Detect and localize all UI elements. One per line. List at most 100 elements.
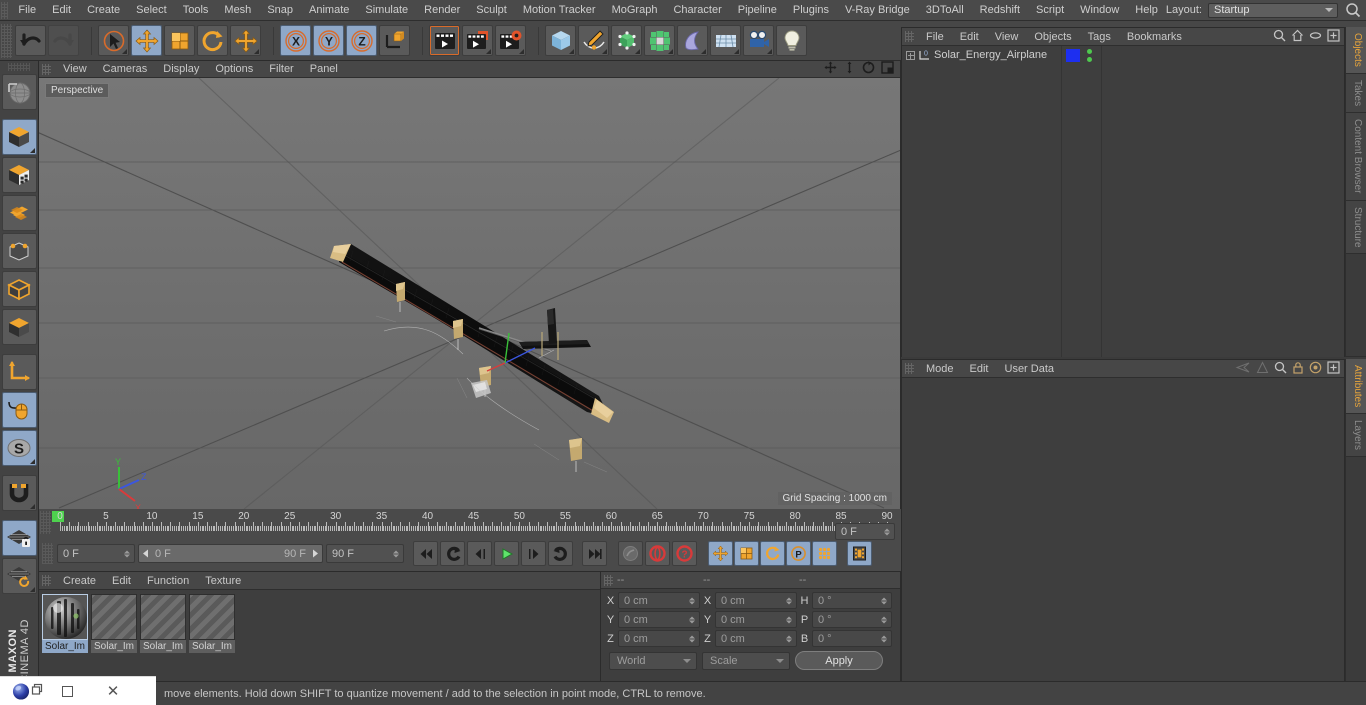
polygons-edge-mode-button[interactable] [1,271,37,307]
render-view-button[interactable] [429,25,460,56]
maximize-view-icon[interactable] [881,61,894,77]
spinner-icon[interactable] [689,616,695,623]
lock-icon[interactable] [1292,361,1304,377]
pos-x-field[interactable]: 0 cm [618,592,700,609]
key-position-button[interactable] [708,541,733,566]
menu-sculpt[interactable]: Sculpt [468,0,515,21]
redo-button[interactable] [48,25,79,56]
timeline-ruler[interactable]: 0 5 10 15 20 25 30 35 40 45 50 55 60 65 70 75 80 85 90 [39,509,901,536]
add-light-button[interactable] [776,25,807,56]
spinner-icon[interactable] [881,597,887,604]
tab-objects[interactable]: Objects [1345,27,1366,74]
viewport-menu-filter[interactable]: Filter [261,61,301,78]
menu-window[interactable]: Window [1072,0,1127,21]
tab-structure[interactable]: Structure [1345,200,1366,255]
lock-y-axis-button[interactable]: Y [313,25,344,56]
viewport-menu-panel[interactable]: Panel [302,61,346,78]
key-parameter-button[interactable] [812,541,837,566]
material-item[interactable]: Solar_Im [91,594,137,653]
preview-range-bar[interactable]: 0 F 90 F [138,544,323,563]
go-to-end-button[interactable] [582,541,607,566]
material-manager-grip[interactable] [42,575,51,586]
material-item[interactable]: Solar_Im [140,594,186,653]
key-rotation-button[interactable] [760,541,785,566]
search-icon[interactable] [1344,1,1362,19]
polygons-mode-button[interactable] [1,309,37,345]
search-icon[interactable] [1273,29,1286,45]
viewport-menu-view[interactable]: View [55,61,95,78]
add-icon[interactable] [1327,360,1340,377]
menubar-grip[interactable] [1,1,9,19]
max-frame-field[interactable]: 90 F [326,544,404,563]
menu-animate[interactable]: Animate [301,0,357,21]
menu-plugins[interactable]: Plugins [785,0,837,21]
pos-y-field[interactable]: 0 cm [618,611,700,628]
am-menu-user-data[interactable]: User Data [997,360,1063,378]
editor-visibility-dot[interactable] [1087,49,1092,54]
texture-axis-button[interactable] [1,74,37,110]
coordinate-system-button[interactable] [379,25,410,56]
menu-select[interactable]: Select [128,0,175,21]
spinner-icon[interactable] [786,597,792,604]
next-key-button[interactable] [548,541,573,566]
ellipse-icon[interactable] [1309,29,1322,45]
render-to-picture-viewer-button[interactable] [462,25,493,56]
menu-simulate[interactable]: Simulate [357,0,416,21]
add-camera-button[interactable] [743,25,774,56]
om-menu-bookmarks[interactable]: Bookmarks [1119,28,1190,46]
attribute-manager-grip[interactable] [905,363,914,374]
attribute-manager-body[interactable] [902,378,1344,704]
texture-mode-button[interactable] [1,157,37,193]
viewport-grip[interactable] [42,63,51,75]
menu-create[interactable]: Create [79,0,128,21]
layout-select[interactable]: Startup [1208,2,1338,18]
render-visibility-dot[interactable] [1087,57,1092,62]
rotate-view-icon[interactable] [862,61,875,77]
zoom-icon[interactable] [843,61,856,77]
add-environment-button[interactable] [677,25,708,56]
size-z-field[interactable]: 0 cm [715,630,797,647]
viewport-canvas[interactable]: Perspective Grid Spacing : 1000 cm Y Z X [39,78,900,509]
rot-b-field[interactable]: 0 ° [812,630,892,647]
timeline-grip[interactable] [40,511,51,534]
restore-window-icon[interactable] [31,683,44,699]
object-manager-tree[interactable]: 0 Solar_Energy_Airplane [902,46,1344,357]
menu-pipeline[interactable]: Pipeline [730,0,785,21]
planar-workplane-button[interactable] [1,558,37,594]
size-x-field[interactable]: 0 cm [715,592,797,609]
mm-menu-texture[interactable]: Texture [197,572,249,590]
menu-vray-bridge[interactable]: V-Ray Bridge [837,0,918,21]
om-menu-tags[interactable]: Tags [1080,28,1119,46]
key-scale-button[interactable] [734,541,759,566]
am-menu-mode[interactable]: Mode [918,360,962,378]
cinema4d-app-icon[interactable] [0,682,44,701]
lock-x-axis-button[interactable]: X [280,25,311,56]
timeline-track[interactable]: 0 5 10 15 20 25 30 35 40 45 50 55 60 65 70 75 80 85 90 [52,509,901,536]
home-icon[interactable] [1291,29,1304,45]
om-menu-view[interactable]: View [987,28,1027,46]
key-pla-button[interactable]: P [786,541,811,566]
target-icon[interactable] [1309,361,1322,377]
spinner-icon[interactable] [786,635,792,642]
previous-icon[interactable] [1234,361,1251,377]
spinner-icon[interactable] [689,597,695,604]
move-alt-tool-button[interactable] [230,25,261,56]
menu-redshift[interactable]: Redshift [972,0,1028,21]
magnet-button[interactable] [1,475,37,511]
menu-3dtoall[interactable]: 3DToAll [918,0,972,21]
keyframe-selection-button[interactable]: ? [672,541,697,566]
play-forward-button[interactable] [494,541,519,566]
add-floor-button[interactable] [710,25,741,56]
object-manager-grip[interactable] [905,31,914,42]
search-icon[interactable] [1274,361,1287,377]
tab-layers[interactable]: Layers [1345,414,1366,458]
mm-menu-create[interactable]: Create [55,572,104,590]
add-cube-button[interactable] [545,25,576,56]
menu-mograph[interactable]: MoGraph [604,0,666,21]
timeline-button[interactable] [847,541,872,566]
om-menu-edit[interactable]: Edit [952,28,987,46]
spinner-icon[interactable] [881,635,887,642]
menu-edit[interactable]: Edit [44,0,79,21]
layer-color-swatch[interactable] [1066,49,1080,62]
viewport-menu-options[interactable]: Options [207,61,261,78]
